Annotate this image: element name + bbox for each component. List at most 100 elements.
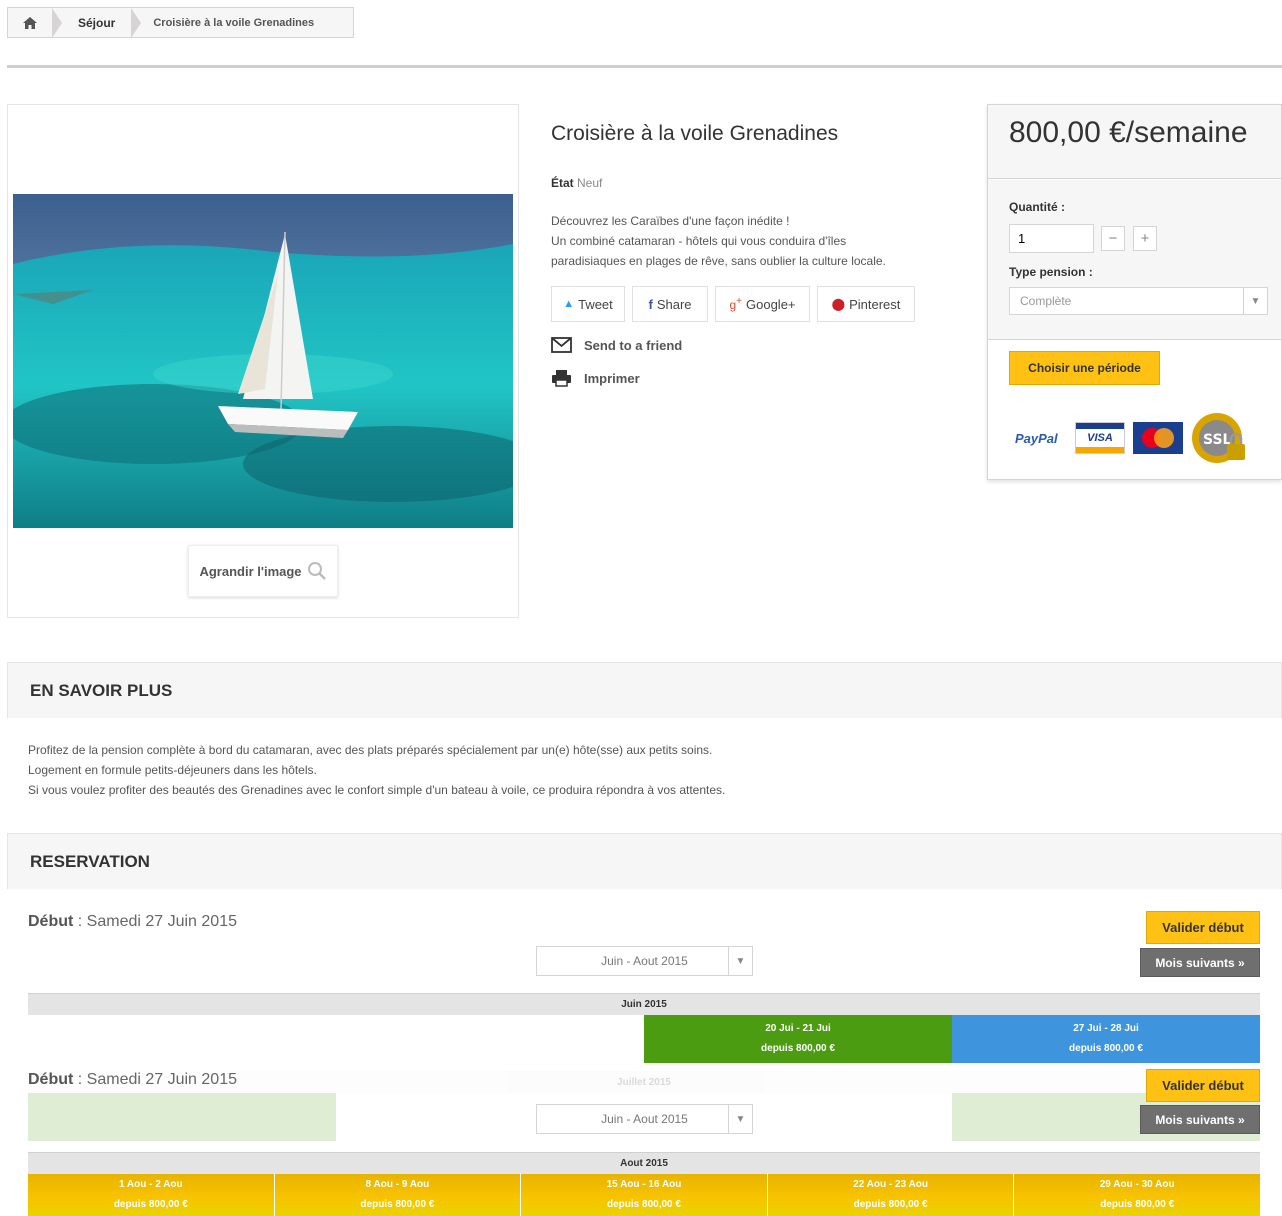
chevron-down-icon: ▼ xyxy=(1243,288,1267,314)
choose-period-button[interactable]: Choisir une période xyxy=(1009,351,1160,385)
period-select[interactable]: Juin - Aout 2015 ▼ xyxy=(536,1104,753,1134)
start-date-label: Début xyxy=(28,913,74,930)
week-price: depuis 800,00 € xyxy=(1100,1199,1175,1210)
description-line: paradisiaques en plages de rêve, sans ou… xyxy=(551,254,886,268)
next-months-button[interactable]: Mois suivants » xyxy=(1140,948,1260,977)
pinterest-label: Pinterest xyxy=(849,296,901,312)
printer-icon xyxy=(552,370,571,387)
quantity-input[interactable] xyxy=(1009,224,1094,253)
period-select-value: Juin - Aout 2015 xyxy=(601,1112,688,1126)
enlarge-image-button[interactable]: Agrandir l'image xyxy=(188,545,338,597)
week-slot-faded xyxy=(28,1093,336,1141)
calendar-month-header: Aout 2015 xyxy=(28,1152,1260,1174)
product-short-description: Découvrez les Caraïbes d'une façon inédi… xyxy=(551,211,971,271)
period-select-value: Juin - Aout 2015 xyxy=(601,954,688,968)
description-line: Découvrez les Caraïbes d'une façon inédi… xyxy=(551,214,790,228)
week-slot[interactable]: 1 Aou - 2 Aou depuis 800,00 € xyxy=(28,1174,275,1216)
week-price: depuis 800,00 € xyxy=(113,1199,188,1210)
more-info-line: Profitez de la pension complète à bord d… xyxy=(28,743,713,757)
more-info-line: Si vous voulez profiter des beautés des … xyxy=(28,783,726,797)
payment-methods: PayPal VISA SSL xyxy=(1015,410,1247,466)
calendar-empty-cell xyxy=(28,1015,644,1063)
pinterest-icon: ⬤ xyxy=(831,297,846,311)
tweet-label: Tweet xyxy=(578,296,613,312)
week-dates: 22 Aou - 23 Aou xyxy=(853,1179,928,1190)
more-info-text: Profitez de la pension complète à bord d… xyxy=(28,740,725,800)
breadcrumb-separator xyxy=(52,7,62,38)
product-title: Croisière à la voile Grenadines xyxy=(551,122,839,145)
pension-type-select[interactable]: Complète ▼ xyxy=(1009,287,1268,315)
week-price: depuis 800,00 € xyxy=(607,1199,681,1210)
facebook-icon: f xyxy=(648,296,653,312)
google-plus-button[interactable]: g+ Google+ xyxy=(715,286,810,322)
send-to-friend-label: Send to a friend xyxy=(584,337,683,353)
week-dates: 27 Jui - 28 Jui xyxy=(1073,1023,1139,1034)
mastercard-icon xyxy=(1133,422,1183,454)
chevron-down-icon: ▼ xyxy=(728,1105,752,1133)
week-price: depuis 800,00 € xyxy=(853,1199,928,1210)
breadcrumb-current: Croisière à la voile Grenadines xyxy=(153,16,315,29)
period-select[interactable]: Juin - Aout 2015 ▼ xyxy=(536,946,753,976)
week-dates: 20 Jui - 21 Jui xyxy=(765,1023,831,1034)
start-date-display: Début : Samedi 27 Juin 2015 xyxy=(28,913,237,931)
breadcrumb: Séjour Croisière à la voile Grenadines xyxy=(7,7,354,38)
tweet-button[interactable]: ▲ Tweet xyxy=(551,286,625,322)
paypal-icon: PayPal xyxy=(1015,430,1058,446)
week-slot[interactable]: 20 Jui - 21 Jui depuis 800,00 € xyxy=(644,1015,952,1063)
week-slot[interactable]: 29 Aou - 30 Aou depuis 800,00 € xyxy=(1014,1174,1260,1216)
start-date-display: Début : Samedi 27 Juin 2015 xyxy=(28,1071,237,1089)
section-title-more-info: EN SAVOIR PLUS xyxy=(7,662,1282,718)
week-price: depuis 800,00 € xyxy=(360,1199,435,1210)
next-months-button[interactable]: Mois suivants » xyxy=(1140,1105,1260,1134)
start-date-label: Début xyxy=(28,1071,74,1088)
pension-type-value: Complète xyxy=(1020,294,1072,308)
week-price: depuis 800,00 € xyxy=(761,1043,835,1054)
twitter-icon: ▲ xyxy=(563,298,575,310)
condition-label: État xyxy=(551,176,574,190)
pinterest-button[interactable]: ⬤ Pinterest xyxy=(817,286,915,322)
product-photo[interactable] xyxy=(13,194,513,528)
week-dates: 8 Aou - 9 Aou xyxy=(365,1179,430,1190)
facebook-share-button[interactable]: f Share xyxy=(632,286,708,322)
week-dates: 29 Aou - 30 Aou xyxy=(1099,1179,1175,1190)
start-date-value: : Samedi 27 Juin 2015 xyxy=(73,913,237,930)
validate-start-button[interactable]: Valider début xyxy=(1146,911,1260,944)
product-price: 800,00 €/semaine xyxy=(1009,116,1248,149)
google-plus-label: Google+ xyxy=(746,296,796,312)
week-dates: 1 Aou - 2 Aou xyxy=(118,1179,183,1190)
print-label: Imprimer xyxy=(584,370,640,386)
quantity-plus-button[interactable]: + xyxy=(1133,226,1157,251)
breadcrumb-separator xyxy=(131,7,142,38)
product-condition: État Neuf xyxy=(551,176,602,190)
social-share-buttons: ▲ Tweet f Share g+ Google+ ⬤ Pinterest xyxy=(551,286,915,322)
home-icon[interactable] xyxy=(8,8,52,37)
print-link[interactable]: Imprimer xyxy=(551,369,640,387)
calendar-month-header: Juin 2015 xyxy=(28,993,1260,1015)
header-divider xyxy=(7,65,1282,68)
week-slot[interactable]: 22 Aou - 23 Aou depuis 800,00 € xyxy=(767,1174,1015,1216)
condition-value: Neuf xyxy=(577,176,603,190)
enlarge-image-label: Agrandir l'image xyxy=(199,563,302,579)
magnifier-icon xyxy=(307,562,326,580)
share-label: Share xyxy=(656,296,692,312)
send-to-friend-link[interactable]: Send to a friend xyxy=(551,337,682,353)
calendar-week-row: 1 Aou - 2 Aou depuis 800,00 € 8 Aou - 9 … xyxy=(28,1174,1260,1216)
ssl-lock-icon: SSL xyxy=(1191,410,1247,466)
week-slot-selected[interactable]: 27 Jui - 28 Jui depuis 800,00 € xyxy=(952,1015,1260,1063)
visa-icon: VISA xyxy=(1075,422,1125,454)
chevron-down-icon: ▼ xyxy=(728,947,752,975)
more-info-line: Logement en formule petits-déjeuners dan… xyxy=(28,763,317,777)
start-date-value: : Samedi 27 Juin 2015 xyxy=(73,1071,237,1088)
google-plus-icon: g+ xyxy=(729,296,742,312)
week-slot[interactable]: 8 Aou - 9 Aou depuis 800,00 € xyxy=(274,1174,522,1216)
week-dates: 15 Aou - 16 Aou xyxy=(606,1179,682,1190)
quantity-label: Quantité : xyxy=(1009,200,1065,214)
validate-start-button[interactable]: Valider début xyxy=(1146,1069,1260,1102)
pension-type-label: Type pension : xyxy=(1009,265,1093,279)
breadcrumb-item-sejour[interactable]: Séjour xyxy=(62,16,131,30)
envelope-icon xyxy=(551,337,572,353)
week-price: depuis 800,00 € xyxy=(1069,1043,1143,1054)
section-title-reservation: RESERVATION xyxy=(7,833,1282,889)
week-slot[interactable]: 15 Aou - 16 Aou depuis 800,00 € xyxy=(521,1174,768,1216)
quantity-minus-button[interactable]: − xyxy=(1101,226,1125,251)
